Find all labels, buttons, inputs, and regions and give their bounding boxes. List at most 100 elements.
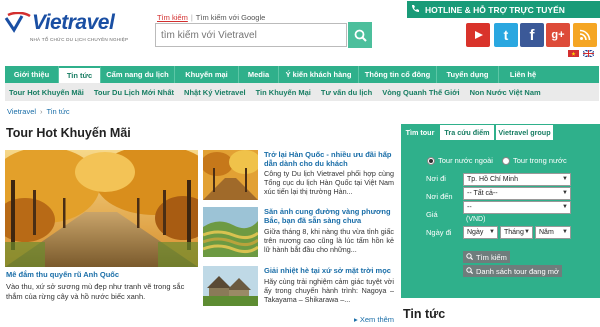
youtube-icon[interactable] — [466, 23, 490, 47]
search-icon — [466, 266, 474, 276]
chevron-down-icon: ▼ — [562, 176, 568, 182]
radio-label: Tour trong nước — [513, 156, 567, 165]
news-item: Săn ảnh cung đường vàng phương Bắc, bạn … — [203, 207, 394, 267]
search-icon — [354, 29, 367, 42]
news-thumbnail[interactable] — [203, 266, 258, 306]
tab-tra-cuu-diem[interactable]: Tra cứu điểm — [439, 124, 495, 141]
subnav-item-tour-moi[interactable]: Tour Du Lịch Mới Nhất — [89, 88, 179, 97]
select-ngay[interactable]: Ngày ▼ — [463, 226, 498, 239]
open-tours-button[interactable]: Danh sách tour đang mở — [463, 265, 562, 277]
select-thang[interactable]: Tháng ▼ — [500, 226, 533, 239]
chevron-down-icon: ▼ — [562, 204, 568, 210]
radio-label: Tour nước ngoài — [438, 156, 493, 165]
vietnam-flag-icon[interactable] — [568, 50, 579, 57]
sub-nav: Tour Hot Khuyến Mãi Tour Du Lịch Mới Nhấ… — [5, 83, 599, 101]
subnav-item-non-nuoc[interactable]: Non Nước Việt Nam — [465, 88, 546, 97]
nav-item-y-kien[interactable]: Ý kiến khách hàng — [279, 66, 359, 83]
google-plus-icon[interactable]: g+ — [546, 23, 570, 47]
nav-item-tin-tuc[interactable]: Tin tức — [59, 66, 101, 83]
select-value: Tháng — [504, 229, 524, 236]
featured-title[interactable]: Mê đắm thu quyến rũ Anh Quốc — [6, 270, 119, 279]
radio-dot — [502, 156, 510, 165]
tab-vietravel-group[interactable]: Vietravel group — [495, 124, 554, 141]
select-value: Ngày — [467, 229, 484, 236]
language-flags — [568, 50, 594, 57]
more-link[interactable]: ▸ Xem thêm — [354, 315, 394, 324]
news-item: Giải nhiệt hè tại xứ sở mặt trời mọc Hãy… — [203, 266, 394, 316]
news-title[interactable]: Giải nhiệt hè tại xứ sở mặt trời mọc — [264, 266, 394, 275]
news-item: Trở lại Hàn Quốc - nhiều ưu đãi hấp dẫn … — [203, 150, 394, 210]
nav-item-tuyen-dung[interactable]: Tuyển dụng — [437, 66, 499, 83]
news-title[interactable]: Săn ảnh cung đường vàng phương Bắc, bạn … — [264, 207, 394, 225]
site-header: Vietravel NHÀ TỔ CHỨC DU LỊCH CHUYÊN NGH… — [0, 0, 600, 65]
nav-item-khuyen-mai[interactable]: Khuyến mại — [175, 66, 239, 83]
label-noi-di: Nơi đi — [426, 174, 446, 183]
radio-dot — [427, 156, 435, 165]
phone-icon — [411, 4, 420, 15]
radio-tour-nuoc-ngoai[interactable]: Tour nước ngoài — [427, 156, 493, 165]
more-link-label: Xem thêm — [359, 315, 395, 324]
news-desc: Công ty Du lịch Vietravel phối hợp cùng … — [264, 169, 394, 196]
button-label: Tìm kiếm — [476, 252, 507, 262]
news-thumbnail[interactable] — [203, 207, 258, 257]
search-button[interactable] — [348, 22, 372, 48]
page-title: Tour Hot Khuyến Mãi — [6, 126, 131, 140]
label-ngay-di: Ngày đi — [426, 228, 452, 237]
featured-image[interactable] — [5, 150, 198, 267]
breadcrumb: Vietravel › Tin tức — [7, 107, 70, 116]
chevron-down-icon: ▼ — [524, 229, 530, 235]
select-noi-den[interactable]: -- Tất cả-- ▼ — [463, 187, 571, 200]
logo[interactable]: Vietravel NHÀ TỔ CHỨC DU LỊCH CHUYÊN NGH… — [4, 10, 144, 50]
radio-tour-trong-nuoc[interactable]: Tour trong nước — [502, 156, 567, 165]
subnav-item-tin-khuyen-mai[interactable]: Tin Khuyến Mại — [251, 88, 316, 97]
chevron-down-icon: ▼ — [562, 190, 568, 196]
search-box — [155, 23, 347, 47]
rss-icon[interactable] — [573, 23, 597, 47]
featured-desc: Vào thu, xứ sở sương mù đẹp như tranh vẽ… — [6, 282, 185, 301]
search-icon — [466, 252, 474, 262]
section-title-tin-tuc: Tin tức — [403, 307, 446, 321]
news-title[interactable]: Trở lại Hàn Quốc - nhiều ưu đãi hấp dẫn … — [264, 150, 394, 168]
select-value: Tp. Hồ Chí Minh — [467, 176, 518, 183]
logo-swoosh-icon — [4, 12, 31, 33]
nav-item-media[interactable]: Media — [239, 66, 279, 83]
select-gia[interactable]: -- ▼ — [463, 201, 571, 214]
logo-tagline: NHÀ TỔ CHỨC DU LỊCH CHUYÊN NGHIỆP — [30, 37, 129, 42]
chevron-down-icon: ▼ — [562, 229, 568, 235]
search-tour-button[interactable]: Tìm kiếm — [463, 251, 510, 263]
main-nav: Giới thiệu Tin tức Cẩm nang du lịch Khuy… — [5, 66, 599, 83]
chevron-down-icon: ▼ — [489, 229, 495, 235]
subnav-item-vong-quanh[interactable]: Vòng Quanh Thế Giới — [377, 88, 464, 97]
search-tab-google[interactable]: Tìm kiếm với Google — [196, 13, 266, 22]
news-desc: Hãy cùng trải nghiệm cảm giác tuyệt vời … — [264, 277, 394, 304]
logo-text: Vietravel — [32, 11, 115, 34]
button-label: Danh sách tour đang mở — [476, 266, 559, 276]
nav-item-lien-he[interactable]: Liên hệ — [499, 66, 547, 83]
news-desc: Giữa tháng 8, khi nàng thu vừa tỉnh giấc… — [264, 227, 394, 254]
facebook-icon[interactable]: f — [520, 23, 544, 47]
search-input[interactable] — [156, 24, 346, 46]
search-tab-vietravel[interactable]: Tìm kiếm — [157, 13, 188, 22]
search-mode-tabs: Tìm kiếm | Tìm kiếm với Google — [157, 13, 266, 22]
currency-label: (VND) — [466, 216, 486, 223]
nav-item-gioi-thieu[interactable]: Giới thiệu — [5, 66, 59, 83]
subnav-item-tu-van[interactable]: Tư vấn du lịch — [316, 88, 377, 97]
breadcrumb-current[interactable]: Tin tức — [47, 107, 70, 116]
select-noi-di[interactable]: Tp. Hồ Chí Minh ▼ — [463, 173, 571, 186]
tab-tim-tour[interactable]: Tìm tour — [401, 124, 439, 141]
panel-tabs: Tìm tour Tra cứu điểm Vietravel group — [401, 124, 600, 141]
hotline-bar[interactable]: HOTLINE & HỖ TRỢ TRỰC TUYẾN — [407, 1, 600, 18]
subnav-item-nhat-ky[interactable]: Nhật Ký Vietravel — [179, 88, 251, 97]
subnav-item-tour-hot[interactable]: Tour Hot Khuyến Mãi — [5, 88, 89, 97]
select-value: Năm — [539, 229, 554, 236]
nav-item-cam-nang[interactable]: Cẩm nang du lịch — [101, 66, 175, 83]
twitter-icon[interactable]: t — [494, 23, 518, 47]
select-value: -- Tất cả-- — [467, 190, 498, 197]
news-thumbnail[interactable] — [203, 150, 258, 200]
uk-flag-icon[interactable] — [583, 50, 594, 57]
hotline-label: HOTLINE & HỖ TRỢ TRỰC TUYẾN — [425, 4, 565, 15]
breadcrumb-home[interactable]: Vietravel — [7, 107, 36, 116]
select-nam[interactable]: Năm ▼ — [535, 226, 571, 239]
label-gia: Giá — [426, 210, 438, 219]
nav-item-co-dong[interactable]: Thông tin cổ đông — [359, 66, 437, 83]
